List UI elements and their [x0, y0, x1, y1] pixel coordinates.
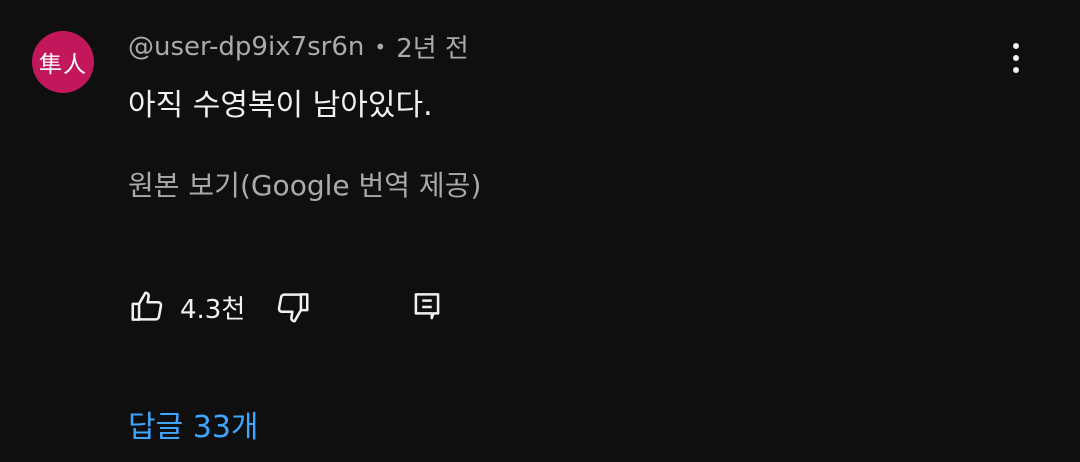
like-count: 4.3천: [180, 294, 246, 325]
thumbs-up-icon: [131, 291, 163, 321]
dislike-button[interactable]: [274, 288, 312, 326]
comment-header: @user-dp9ix7sr6n • 2년 전: [128, 28, 469, 65]
more-vert-icon: [1013, 43, 1019, 49]
view-original-link[interactable]: 원본 보기(Google 번역 제공): [128, 164, 481, 204]
separator-dot: •: [374, 34, 387, 59]
replies-link[interactable]: 답글 33개: [128, 402, 259, 446]
reply-button[interactable]: [408, 288, 446, 326]
comment-time[interactable]: 2년 전: [396, 28, 469, 65]
like-button[interactable]: 4.3천: [128, 288, 245, 326]
reply-icon: [414, 293, 440, 320]
avatar[interactable]: 隼人: [32, 31, 94, 93]
more-vert-icon-dot: [1013, 55, 1019, 61]
more-vert-icon-dot: [1013, 67, 1019, 73]
avatar-text: 隼人: [39, 52, 87, 78]
comment-text: 아직 수영복이 남아있다.: [128, 88, 433, 123]
thumbs-down-icon: [277, 293, 309, 323]
author-handle[interactable]: @user-dp9ix7sr6n: [128, 32, 364, 62]
more-options-button[interactable]: [998, 40, 1034, 76]
